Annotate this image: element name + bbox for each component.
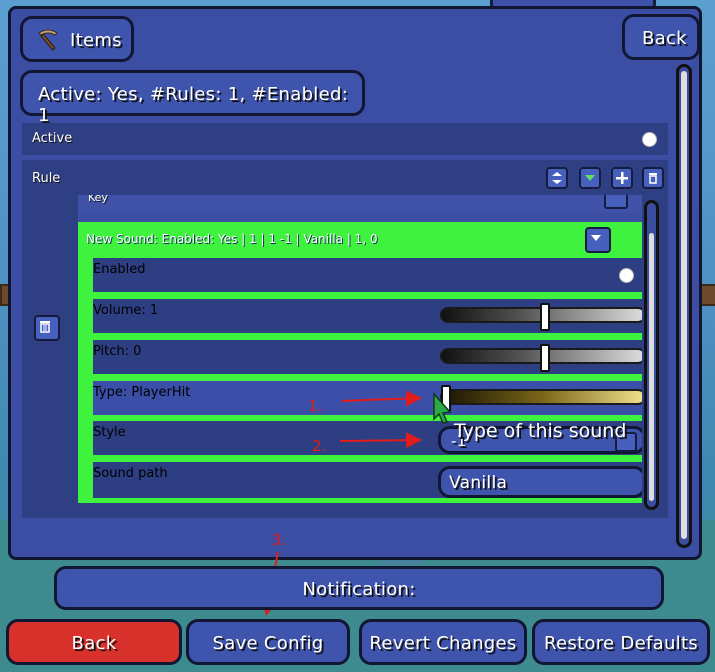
- revert-changes-button[interactable]: Revert Changes: [359, 619, 527, 665]
- save-config-label: Save Config: [212, 633, 324, 654]
- restore-defaults-button[interactable]: Restore Defaults: [532, 619, 710, 665]
- notification-bar: Notification:: [54, 566, 664, 610]
- restore-defaults-label: Restore Defaults: [544, 633, 698, 654]
- revert-changes-label: Revert Changes: [369, 633, 517, 654]
- save-config-button[interactable]: Save Config: [186, 619, 350, 665]
- annotation-step-3: 3.: [272, 531, 287, 549]
- annotation-step-1: 1.: [308, 397, 323, 415]
- notification-label: Notification:: [302, 579, 416, 600]
- annotation-step-2: 2.: [312, 437, 327, 455]
- back-button-label: Back: [71, 633, 117, 654]
- back-button[interactable]: Back: [6, 619, 182, 665]
